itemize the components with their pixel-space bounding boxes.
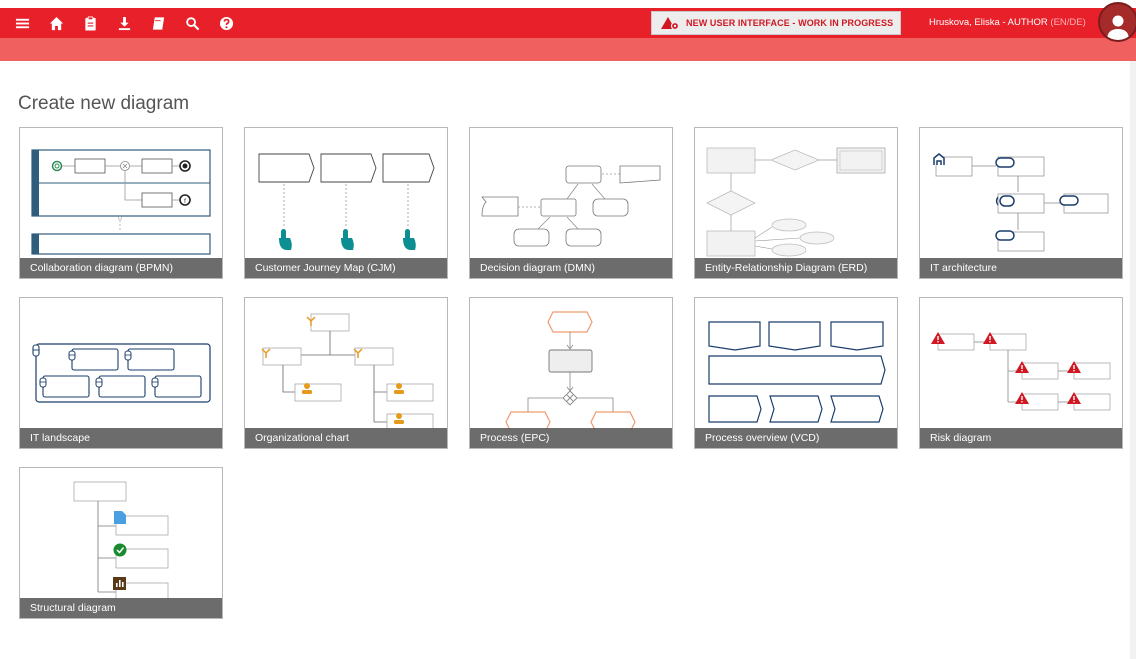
diagram-card-it-landscape[interactable]: IT landscape	[19, 297, 223, 449]
cjm-thumbnail	[258, 153, 435, 250]
diagram-card-bpmn[interactable]: f Collaboration diagram (BPMN)	[19, 127, 223, 279]
erd-thumbnail	[706, 147, 886, 257]
diagram-card-label: Decision diagram (DMN)	[470, 258, 672, 278]
menu-icon[interactable]	[14, 15, 31, 32]
diagram-card-label: Collaboration diagram (BPMN)	[20, 258, 222, 278]
diagram-card-dmn[interactable]: Decision diagram (DMN)	[469, 127, 673, 279]
it-architecture-thumbnail	[933, 153, 1109, 252]
vcd-thumbnail	[708, 321, 886, 423]
user-info: Hruskova, Eliska - AUTHOR (EN/DE)	[929, 8, 1086, 38]
diagram-card-risk[interactable]: Risk diagram	[919, 297, 1123, 449]
svg-text:f: f	[184, 199, 186, 205]
search-icon[interactable]	[184, 15, 201, 32]
structural-thumbnail	[73, 481, 169, 600]
diagram-card-erd[interactable]: Entity-Relationship Diagram (ERD)	[694, 127, 898, 279]
diagram-card-label: Risk diagram	[920, 428, 1122, 448]
diagram-card-label: Process (EPC)	[470, 428, 672, 448]
diagram-card-label: IT landscape	[20, 428, 222, 448]
user-name: Hruskova, Eliska - AUTHOR	[929, 17, 1048, 28]
epc-thumbnail	[505, 311, 636, 430]
diagram-card-vcd[interactable]: Process overview (VCD)	[694, 297, 898, 449]
wip-text: NEW USER INTERFACE - WORK IN PROGRESS	[686, 18, 894, 28]
toolbar	[14, 8, 252, 38]
user-icon	[1107, 15, 1129, 40]
dmn-thumbnail	[481, 165, 661, 247]
user-language: (EN/DE)	[1050, 17, 1086, 28]
help-icon[interactable]	[218, 15, 235, 32]
download-icon[interactable]	[116, 15, 133, 32]
clipboard-icon[interactable]	[82, 15, 99, 32]
diagram-card-cjm[interactable]: Customer Journey Map (CJM)	[244, 127, 448, 279]
avatar[interactable]	[1098, 2, 1136, 42]
diagram-card-label: Entity-Relationship Diagram (ERD)	[695, 258, 897, 278]
diagram-card-org-chart[interactable]: Organizational chart	[244, 297, 448, 449]
warning-gear-icon	[661, 17, 680, 30]
scrollbar[interactable]	[1130, 61, 1136, 659]
sub-bar	[0, 38, 1136, 61]
diagram-card-label: Organizational chart	[245, 428, 447, 448]
diagram-card-epc[interactable]: Process (EPC)	[469, 297, 673, 449]
diagram-card-label: IT architecture	[920, 258, 1122, 278]
org-chart-thumbnail	[261, 313, 434, 430]
home-icon[interactable]	[48, 15, 65, 32]
diagram-card-structural[interactable]: Structural diagram	[19, 467, 223, 619]
diagram-card-label: Customer Journey Map (CJM)	[245, 258, 447, 278]
book-icon[interactable]	[150, 15, 167, 32]
diagram-card-it-architecture[interactable]: IT architecture	[919, 127, 1123, 279]
diagram-card-label: Structural diagram	[20, 598, 222, 618]
diagram-card-label: Process overview (VCD)	[695, 428, 897, 448]
wip-banner: NEW USER INTERFACE - WORK IN PROGRESS	[651, 11, 901, 35]
it-landscape-thumbnail	[32, 343, 211, 403]
page-title: Create new diagram	[18, 93, 190, 114]
top-bar: NEW USER INTERFACE - WORK IN PROGRESS Hr…	[0, 8, 1136, 38]
risk-thumbnail	[931, 332, 1111, 411]
bpmn-thumbnail: f	[31, 149, 211, 255]
